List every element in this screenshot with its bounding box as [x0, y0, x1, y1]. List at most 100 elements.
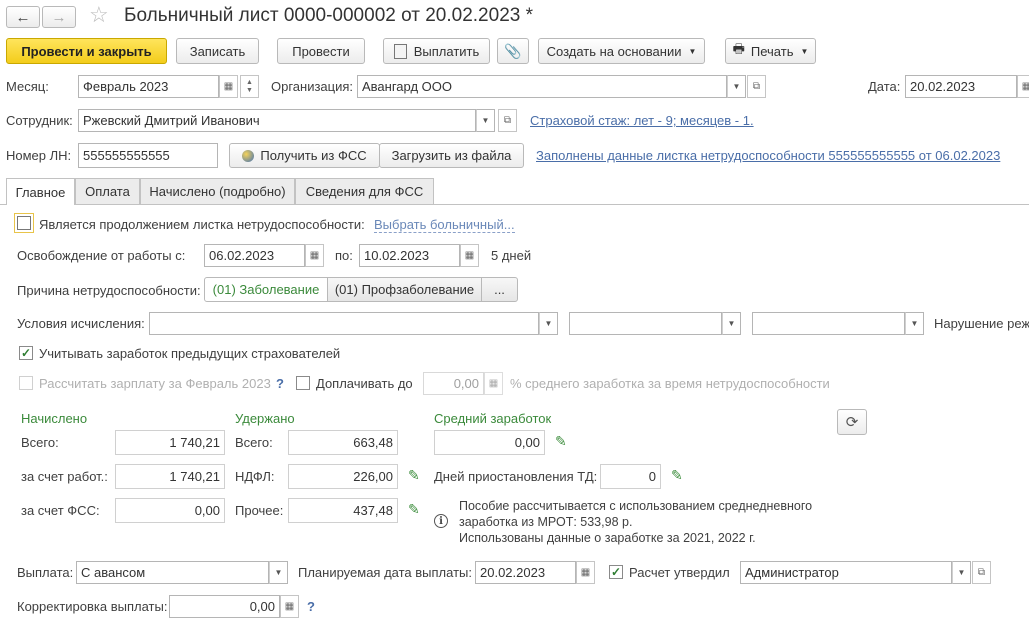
approver-field[interactable]: Администратор	[740, 561, 952, 584]
days-count: 5 дней	[491, 248, 532, 263]
employer-label: за счет работ.:	[21, 469, 108, 484]
organization-dropdown[interactable]: ▼	[727, 75, 746, 98]
calendar-icon: ▦	[309, 250, 320, 261]
reason-label: Причина нетрудоспособности:	[17, 283, 201, 298]
ndfl-label: НДФЛ:	[235, 469, 275, 484]
release-to-field[interactable]: 10.02.2023	[359, 244, 460, 267]
reason-more-button[interactable]: ...	[481, 277, 518, 302]
conditions-field-1[interactable]	[149, 312, 539, 335]
suspend-edit-pencil-icon[interactable]: ✎	[671, 467, 683, 484]
calendar-button[interactable]: ▦	[219, 75, 238, 98]
conditions-dropdown-3[interactable]: ▼	[905, 312, 924, 335]
correction-field[interactable]: 0,00	[169, 595, 280, 618]
date-calendar-button[interactable]: ▦	[1017, 75, 1029, 98]
correction-help[interactable]: ?	[307, 599, 315, 614]
month-field[interactable]: Февраль 2023	[78, 75, 219, 98]
other-edit-pencil-icon[interactable]: ✎	[408, 501, 420, 518]
refresh-button[interactable]: ⟳	[837, 409, 867, 435]
extra-pay-field[interactable]: 0,00	[423, 372, 484, 395]
pay-button[interactable]: Выплатить	[383, 38, 490, 64]
spin-down-icon: ▼	[246, 86, 253, 94]
ndfl-edit-pencil-icon[interactable]: ✎	[408, 467, 420, 484]
approver-open-button[interactable]: ⧉	[972, 561, 991, 584]
info-icon: i	[434, 514, 448, 528]
average-earnings-title: Средний заработок	[434, 411, 552, 426]
attach-button[interactable]: 📎	[497, 38, 529, 64]
tab-fss-info[interactable]: Сведения для ФСС	[295, 178, 434, 204]
reason-occupational-option[interactable]: (01) Профзаболевание	[327, 277, 482, 302]
employee-open-button[interactable]: ⧉	[498, 109, 517, 132]
other-field[interactable]: 437,48	[288, 498, 398, 523]
month-label: Месяц:	[6, 79, 49, 94]
ndfl-field[interactable]: 226,00	[288, 464, 398, 489]
accrued-total-field[interactable]: 1 740,21	[115, 430, 225, 455]
open-icon: ⧉	[503, 115, 512, 126]
calc-salary-checkbox[interactable]	[19, 376, 33, 390]
planned-date-field[interactable]: 20.02.2023	[475, 561, 576, 584]
payout-field[interactable]: С авансом	[76, 561, 269, 584]
get-from-fss-label: Получить из ФСС	[260, 148, 367, 163]
get-from-fss-button[interactable]: Получить из ФСС	[229, 143, 380, 168]
date-field[interactable]: 20.02.2023	[905, 75, 1017, 98]
ln-number-field[interactable]: 555555555555	[78, 143, 218, 168]
tab-accrued-detailed[interactable]: Начислено (подробно)	[140, 178, 295, 204]
employee-dropdown[interactable]: ▼	[476, 109, 495, 132]
release-from-calendar-button[interactable]: ▦	[305, 244, 324, 267]
calculator-icon: ▦	[488, 378, 499, 389]
document-icon	[393, 43, 407, 59]
correction-calc-button[interactable]: ▦	[280, 595, 299, 618]
consider-previous-checkbox[interactable]: ✓	[19, 346, 33, 360]
conditions-field-3[interactable]	[752, 312, 905, 335]
suspend-days-field[interactable]: 0	[600, 464, 661, 489]
suspend-days-label: Дней приостановления ТД:	[434, 469, 598, 484]
release-from-field[interactable]: 06.02.2023	[204, 244, 305, 267]
average-edit-pencil-icon[interactable]: ✎	[555, 433, 567, 450]
filled-data-link[interactable]: Заполнены данные листка нетрудоспособнос…	[536, 148, 1000, 163]
continuation-checkbox[interactable]	[14, 213, 34, 233]
accrued-total-label: Всего:	[21, 435, 59, 450]
save-button[interactable]: Записать	[176, 38, 259, 64]
print-button[interactable]: 🖶 Печать ▼	[725, 38, 816, 64]
choose-sick-leave-link[interactable]: Выбрать больничный...	[374, 217, 515, 233]
average-earnings-field[interactable]: 0,00	[434, 430, 545, 455]
planned-date-calendar-button[interactable]: ▦	[576, 561, 595, 584]
conditions-dropdown-1[interactable]: ▼	[539, 312, 558, 335]
continuation-label: Является продолжением листка нетрудоспос…	[39, 217, 365, 232]
insurance-experience-link[interactable]: Страховой стаж: лет - 9; месяцев - 1.	[530, 113, 754, 128]
window-title: Больничный лист 0000-000002 от 20.02.202…	[124, 5, 534, 26]
spin-up-icon: ▲	[246, 78, 253, 86]
extra-pay-calc-button[interactable]: ▦	[484, 372, 503, 395]
calc-salary-help[interactable]: ?	[276, 376, 284, 391]
approved-checkbox[interactable]: ✓	[609, 565, 623, 579]
employee-field[interactable]: Ржевский Дмитрий Иванович	[78, 109, 476, 132]
fss-field[interactable]: 0,00	[115, 498, 225, 523]
employee-label: Сотрудник:	[6, 113, 73, 128]
tab-main[interactable]: Главное	[6, 178, 75, 205]
post-and-close-button[interactable]: Провести и закрыть	[6, 38, 167, 64]
star-icon[interactable]: ☆	[89, 2, 109, 28]
extra-pay-checkbox[interactable]	[296, 376, 310, 390]
release-to-calendar-button[interactable]: ▦	[460, 244, 479, 267]
continuation-checkbox-box	[17, 216, 31, 230]
tab-payment[interactable]: Оплата	[75, 178, 140, 204]
conditions-dropdown-2[interactable]: ▼	[722, 312, 741, 335]
employer-field[interactable]: 1 740,21	[115, 464, 225, 489]
withheld-total-field[interactable]: 663,48	[288, 430, 398, 455]
chevron-down-icon: ▼	[957, 568, 966, 577]
load-from-file-button[interactable]: Загрузить из файла	[379, 143, 524, 168]
reason-disease-option[interactable]: (01) Заболевание	[204, 277, 328, 302]
consider-previous-label: Учитывать заработок предыдущих страховат…	[39, 346, 341, 361]
month-spinner[interactable]: ▲ ▼	[240, 75, 259, 98]
open-icon: ⧉	[752, 81, 761, 92]
payout-dropdown[interactable]: ▼	[269, 561, 288, 584]
create-based-button[interactable]: Создать на основании ▼	[538, 38, 705, 64]
approver-dropdown[interactable]: ▼	[952, 561, 971, 584]
forward-button[interactable]: →	[42, 6, 76, 28]
organization-open-button[interactable]: ⧉	[747, 75, 766, 98]
organization-field[interactable]: Авангард ООО	[357, 75, 727, 98]
post-button[interactable]: Провести	[277, 38, 365, 64]
withheld-title: Удержано	[235, 411, 295, 426]
conditions-field-2[interactable]	[569, 312, 722, 335]
calendar-icon: ▦	[464, 250, 475, 261]
back-button[interactable]: ←	[6, 6, 40, 28]
